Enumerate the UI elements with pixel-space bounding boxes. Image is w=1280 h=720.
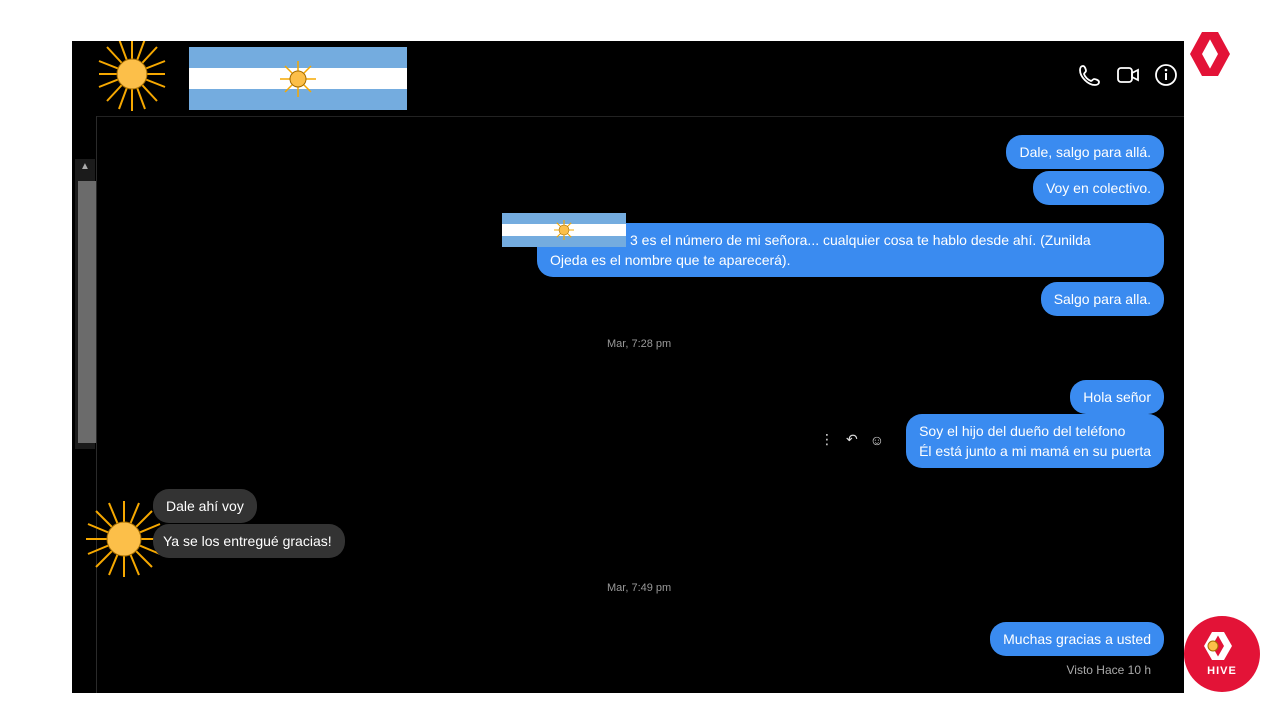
message-incoming[interactable]: Dale ahí voy: [153, 489, 257, 523]
message-incoming[interactable]: Ya se los entregué gracias!: [153, 524, 345, 558]
scrollbar[interactable]: ▲: [75, 159, 96, 449]
video-icon[interactable]: [1116, 63, 1140, 87]
hive-logo-icon: [1190, 32, 1230, 76]
phone-icon[interactable]: [1078, 63, 1102, 87]
message-tools: ⋮ ↶ ☺: [820, 431, 884, 448]
message-outgoing[interactable]: Soy el hijo del dueño del teléfono Él es…: [906, 414, 1164, 468]
flag-name-cover: [189, 47, 407, 110]
message-outgoing[interactable]: Voy en colectivo.: [1032, 171, 1164, 205]
message-line: Ojeda es el nombre que te aparecerá).: [550, 252, 791, 268]
message-line: 3 es el número de mi señora... cualquier…: [630, 232, 1091, 248]
header-actions: [1078, 63, 1178, 87]
flag-sun-icon: [554, 220, 574, 240]
message-outgoing[interactable]: Hola señor: [1070, 380, 1164, 414]
chat-header: [96, 41, 1184, 117]
timestamp: Mar, 7:49 pm: [607, 582, 672, 594]
reply-icon[interactable]: ↶: [846, 431, 858, 448]
scroll-up-icon[interactable]: ▲: [78, 161, 92, 175]
message-line: Él está junto a mi mamá en su puerta: [919, 443, 1151, 459]
message-outgoing[interactable]: 3 es el número de mi señora... cualquier…: [537, 223, 1164, 277]
timestamp: Mar, 7:28 pm: [607, 338, 672, 350]
hive-logo-icon: [1204, 632, 1232, 660]
react-icon[interactable]: ☺: [870, 432, 884, 448]
seen-status: Visto Hace 10 h: [1066, 663, 1152, 677]
message-outgoing[interactable]: Dale, salgo para allá.: [1006, 135, 1164, 169]
message-line: Soy el hijo del dueño del teléfono: [919, 423, 1126, 439]
sun-avatar-icon[interactable]: [84, 499, 164, 579]
message-outgoing[interactable]: Salgo para alla.: [1040, 282, 1164, 316]
scroll-thumb[interactable]: [78, 181, 96, 443]
sun-avatar-icon[interactable]: [97, 41, 167, 113]
chat-window: ▲ Dale, salgo para allá. Voy en colectiv…: [72, 41, 1184, 693]
sidebar-edge: [96, 116, 97, 693]
more-options-icon[interactable]: ⋮: [820, 431, 834, 448]
hive-badge-label: HIVE: [1207, 665, 1237, 677]
message-outgoing[interactable]: Muchas gracias a usted: [990, 622, 1164, 656]
flag-sun-icon: [280, 61, 316, 97]
hive-badge: HIVE: [1184, 616, 1260, 692]
info-icon[interactable]: [1154, 63, 1178, 87]
flag-phone-cover: [502, 213, 626, 247]
